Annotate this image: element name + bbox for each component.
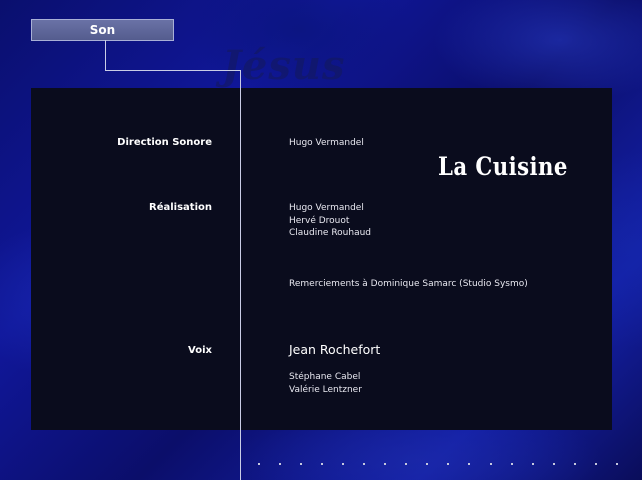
- label-voix: Voix: [188, 345, 212, 356]
- footer-dot: [363, 463, 366, 465]
- footer-dot: [426, 463, 429, 465]
- footer-dot: [489, 463, 492, 465]
- footer-dot: [321, 463, 324, 465]
- divider-line: [240, 70, 241, 480]
- footer-dot: [342, 463, 345, 465]
- footer-dot: [384, 463, 387, 465]
- footer-dot: [573, 463, 576, 465]
- credit-name: Hervé Drouot: [289, 215, 350, 226]
- voix-names: Stéphane Cabel Valérie Lentzner: [289, 371, 362, 396]
- connector-line: [105, 70, 241, 71]
- realisation-names: Hugo Vermandel Hervé Drouot Claudine Rou…: [289, 202, 371, 240]
- label-realisation: Réalisation: [149, 202, 212, 213]
- credit-name: Claudine Rouhaud: [289, 228, 372, 238]
- footer-dot: [300, 463, 303, 465]
- direction-sonore-names: Hugo Vermandel: [289, 137, 364, 150]
- voix-lead-name: Jean Rochefort: [289, 342, 381, 357]
- footer-dot: [279, 463, 282, 465]
- footer-dot: [615, 463, 618, 465]
- credit-name: Valérie Lentzner: [289, 384, 362, 395]
- footer-dot: [531, 463, 534, 465]
- footer-dot: [405, 463, 408, 465]
- footer-dot: [594, 463, 597, 465]
- credit-name: Stéphane Cabel: [289, 372, 361, 382]
- remerciements-text: Remerciements à Dominique Samarc (Studio…: [289, 279, 528, 289]
- connector-line: [105, 40, 106, 71]
- credit-name: Hugo Vermandel: [289, 203, 364, 213]
- tab-son[interactable]: Son: [31, 19, 174, 41]
- label-direction-sonore: Direction Sonore: [117, 137, 212, 148]
- la-cuisine-logo: La Cuisine: [438, 152, 568, 181]
- footer-dot: [552, 463, 555, 465]
- footer-dot: [510, 463, 513, 465]
- footer-dot: [258, 463, 260, 465]
- footer-dots: [258, 463, 618, 467]
- footer-dot: [447, 463, 450, 465]
- credit-name: Hugo Vermandel: [289, 138, 364, 148]
- footer-dot: [468, 463, 471, 465]
